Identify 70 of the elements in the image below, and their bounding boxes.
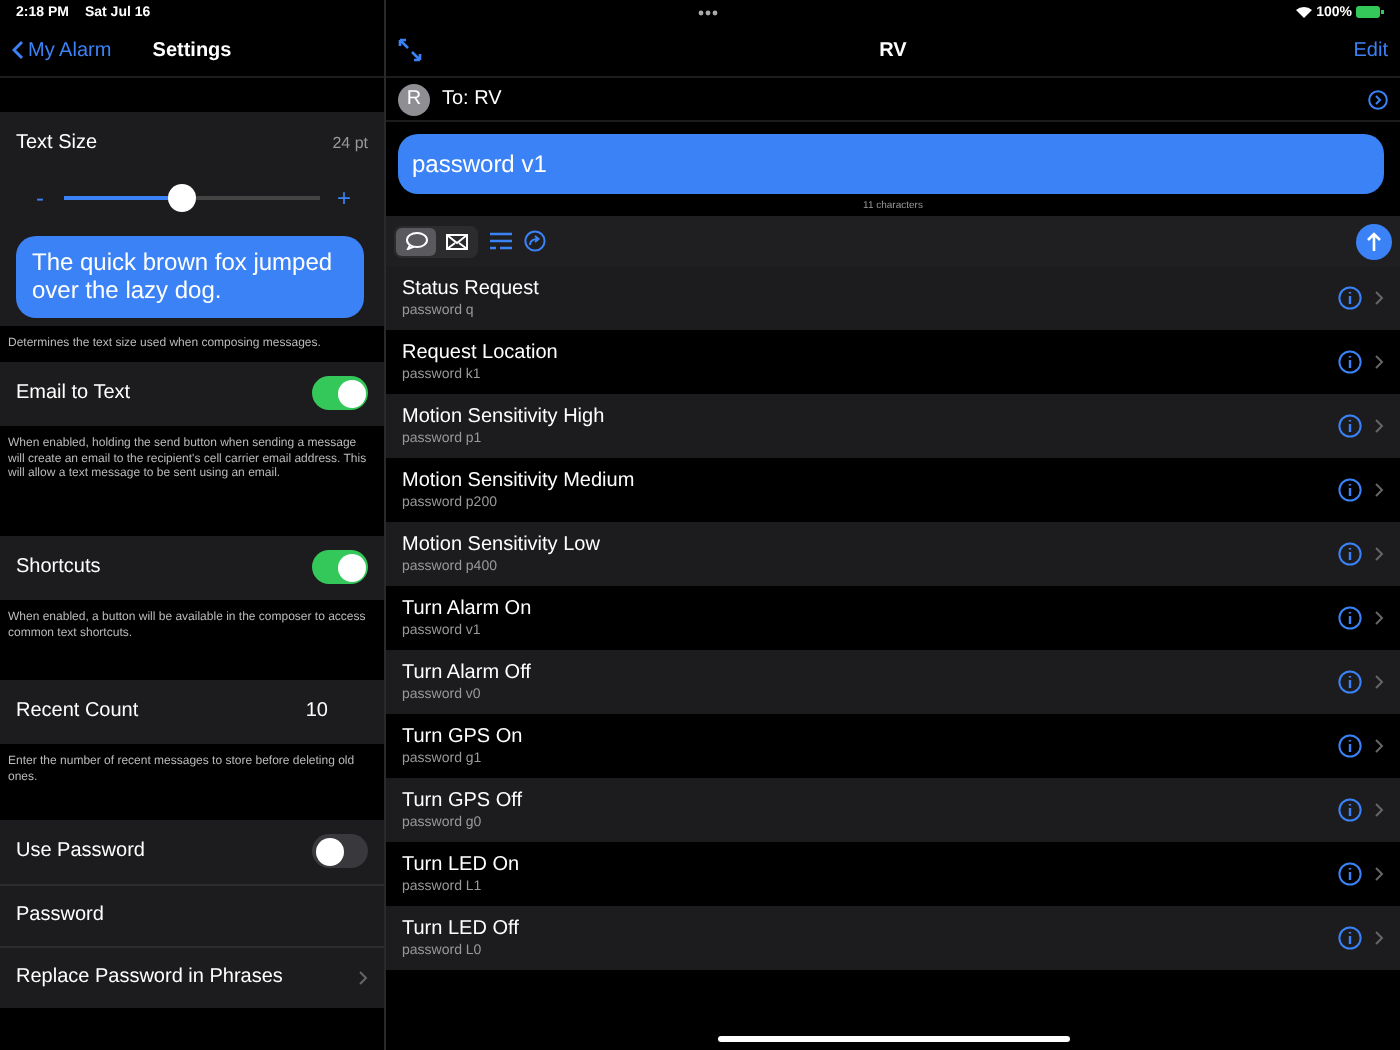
nav-title: Settings <box>152 39 232 61</box>
info-icon[interactable] <box>1338 542 1362 567</box>
back-chevron-icon <box>12 40 24 60</box>
up-arrow-icon <box>1366 231 1382 252</box>
setting-label: Password <box>16 904 106 927</box>
edit-button[interactable]: Edit <box>1353 39 1388 61</box>
wifi-icon <box>1296 6 1313 18</box>
chevron-circle-icon[interactable] <box>1368 89 1388 109</box>
toggle-switch[interactable] <box>312 550 368 585</box>
chevron-right-icon <box>1374 738 1384 755</box>
speech-bubble-icon <box>405 232 427 251</box>
mode-button[interactable] <box>396 227 436 256</box>
expand-arrows-icon[interactable] <box>398 38 422 62</box>
chevron-right-icon <box>1374 546 1384 563</box>
info-icon[interactable] <box>1338 926 1362 951</box>
shortcut-title: Motion Sensitivity Medium <box>402 470 637 493</box>
recipient-field[interactable]: To: RV <box>442 88 1356 110</box>
preview-message-bubble: The quick brown fox jumped over the lazy dog. <box>16 236 364 318</box>
chevron-right-icon <box>1374 866 1384 883</box>
info-icon[interactable] <box>1338 734 1362 759</box>
avatar: R <box>398 83 430 115</box>
decrease-button[interactable]: - <box>32 184 48 212</box>
more-dots-icon <box>698 9 718 15</box>
chevron-right-icon <box>1374 802 1384 819</box>
back-link[interactable]: My Alarm <box>12 39 112 61</box>
chevron-right-icon <box>1374 290 1384 307</box>
info-icon[interactable] <box>1338 414 1362 439</box>
shortcut-title: Motion Sensitivity Low <box>402 534 602 557</box>
info-icon[interactable] <box>1338 798 1362 823</box>
chevron-right-icon <box>1374 610 1384 627</box>
setting-label: Shortcuts <box>16 556 103 579</box>
setting-label: Use Password <box>16 840 147 863</box>
chevron-right-icon <box>1374 674 1384 691</box>
shortcut-title: Turn Alarm Off <box>402 662 533 685</box>
info-icon[interactable] <box>1338 478 1362 503</box>
shortcut-title: Status Request <box>402 278 541 301</box>
setting-label: Text Size <box>16 131 100 153</box>
shortcut-title: Turn Alarm On <box>402 598 534 621</box>
info-icon[interactable] <box>1338 350 1362 375</box>
text-size-value: 24 pt <box>332 133 368 151</box>
slider-thumb[interactable] <box>168 184 197 212</box>
chevron-right-icon <box>1374 418 1384 435</box>
shortcut-title: Turn GPS On <box>402 726 525 749</box>
envelope-icon <box>445 233 467 250</box>
shortcut-title: Turn LED Off <box>402 918 521 941</box>
share-circle-icon[interactable] <box>524 230 546 253</box>
info-icon[interactable] <box>1338 286 1362 311</box>
conversation-title: RV <box>879 39 907 61</box>
info-icon[interactable] <box>1338 670 1362 695</box>
shortcut-title: Request Location <box>402 342 560 365</box>
info-icon[interactable] <box>1338 862 1362 887</box>
send-button[interactable] <box>1356 223 1392 260</box>
battery-icon <box>1356 6 1384 18</box>
info-icon[interactable] <box>1338 606 1362 631</box>
chevron-right-icon <box>358 969 368 986</box>
chevron-right-icon <box>1374 354 1384 371</box>
setting-label: Recent Count <box>16 700 141 723</box>
shortcut-title: Turn GPS Off <box>402 790 525 813</box>
setting-label: Replace Password in Phrases <box>16 966 285 989</box>
message-bubble: password v1 <box>398 134 1384 195</box>
shortcut-title: Motion Sensitivity High <box>402 406 607 429</box>
toggle-switch[interactable] <box>312 376 368 411</box>
setting-label: Email to Text <box>16 382 133 405</box>
chevron-right-icon <box>1374 482 1384 499</box>
shortcut-title: Turn LED On <box>402 854 522 877</box>
shortcuts-list-icon[interactable] <box>490 232 512 251</box>
chevron-right-icon <box>1374 930 1384 947</box>
recent-count-field[interactable]: 10 <box>305 700 328 723</box>
toggle-switch[interactable] <box>312 834 368 869</box>
increase-button[interactable]: + <box>336 184 352 212</box>
